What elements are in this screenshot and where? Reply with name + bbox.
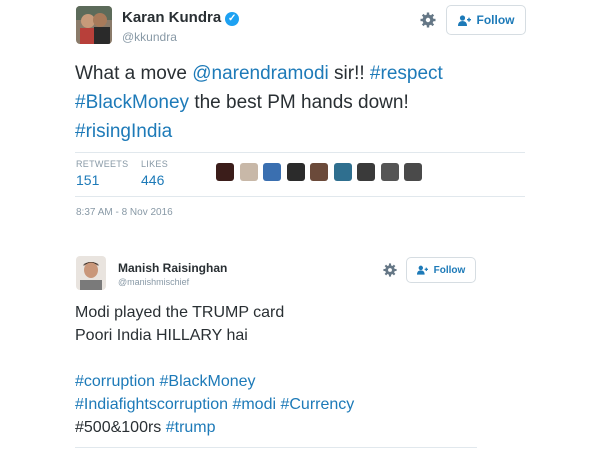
retweets-count[interactable]: 151 bbox=[76, 172, 99, 188]
gear-icon[interactable] bbox=[420, 12, 436, 33]
avatar[interactable] bbox=[76, 6, 112, 44]
follow-label[interactable]: Follow bbox=[477, 13, 515, 27]
avatar-photo-icon bbox=[76, 6, 112, 44]
retweets-label: RETWEETS bbox=[76, 159, 129, 169]
hashtag-link[interactable]: #Indiafightscorruption bbox=[75, 396, 228, 413]
follow-label[interactable]: Follow bbox=[434, 265, 466, 276]
liker-avatar[interactable] bbox=[216, 163, 234, 181]
hashtag-link[interactable]: #risingIndia bbox=[75, 121, 172, 142]
liker-avatar[interactable] bbox=[380, 163, 399, 181]
liker-avatar[interactable] bbox=[286, 163, 305, 181]
tweet-text-line: #corruption #BlackMoney bbox=[75, 373, 256, 391]
gear-icon[interactable] bbox=[383, 263, 397, 282]
tweet-text-line: #risingIndia bbox=[75, 121, 172, 143]
avatar[interactable] bbox=[76, 256, 106, 290]
liker-avatar[interactable] bbox=[333, 163, 352, 181]
text-segment: #500&100rs bbox=[75, 419, 166, 436]
tweet-text-line: #Indiafightscorruption #modi #Currency bbox=[75, 396, 354, 414]
stats-divider-bottom bbox=[75, 196, 525, 197]
verified-badge-icon: ✓ bbox=[225, 12, 240, 26]
text-segment: What a move bbox=[75, 63, 193, 84]
text-segment: the best PM hands down! bbox=[189, 92, 409, 113]
tweet-karan-kundra: Karan Kundra ✓ @kkundra Follow What a mov… bbox=[0, 0, 600, 240]
display-name[interactable]: Karan Kundra ✓ bbox=[122, 9, 240, 26]
tweet-text-line: What a move @narendramodi sir!! #respect bbox=[75, 63, 443, 85]
timestamp[interactable]: 8:37 AM - 8 Nov 2016 bbox=[76, 207, 173, 218]
hashtag-link[interactable]: #respect bbox=[370, 63, 443, 84]
tweet-text-line: Modi played the TRUMP card bbox=[75, 304, 285, 321]
liker-avatar[interactable] bbox=[239, 163, 258, 181]
hashtag-link[interactable]: #BlackMoney bbox=[75, 92, 189, 113]
text-segment: sir!! bbox=[328, 63, 370, 84]
liker-avatar[interactable] bbox=[263, 163, 281, 181]
hashtag-link[interactable]: #modi bbox=[232, 396, 276, 413]
tweet-divider bbox=[75, 447, 477, 448]
liker-avatar[interactable] bbox=[404, 163, 422, 181]
liker-avatar[interactable] bbox=[357, 163, 375, 181]
avatar-photo-icon bbox=[76, 256, 106, 290]
tweet-text-line: Poori India HILLARY hai bbox=[75, 327, 248, 344]
follow-user-icon bbox=[457, 14, 471, 26]
hashtag-link[interactable]: #Currency bbox=[280, 396, 354, 413]
display-name[interactable]: Manish Raisinghan bbox=[118, 261, 227, 275]
tweet-manish-raisinghan: Manish Raisinghan @manishmischief Follow… bbox=[0, 240, 600, 450]
username[interactable]: @manishmischief bbox=[118, 277, 189, 287]
follow-button[interactable]: Follow bbox=[446, 5, 526, 35]
hashtag-link[interactable]: #corruption bbox=[75, 373, 155, 390]
display-name-text[interactable]: Karan Kundra bbox=[122, 9, 221, 26]
hashtag-link[interactable]: #trump bbox=[166, 419, 216, 436]
tweet-text-line: #500&100rs #trump bbox=[75, 419, 216, 437]
tweet-text-line: #BlackMoney the best PM hands down! bbox=[75, 92, 409, 114]
hashtag-link[interactable]: #BlackMoney bbox=[160, 373, 256, 390]
follow-user-icon bbox=[416, 265, 428, 275]
username[interactable]: @kkundra bbox=[122, 30, 177, 44]
follow-button[interactable]: Follow bbox=[406, 257, 476, 283]
mention-link[interactable]: @narendramodi bbox=[192, 63, 329, 84]
likes-count[interactable]: 446 bbox=[141, 172, 164, 188]
stats-divider-top bbox=[75, 152, 525, 153]
likes-label: LIKES bbox=[141, 159, 169, 169]
liker-avatar[interactable] bbox=[310, 163, 328, 181]
